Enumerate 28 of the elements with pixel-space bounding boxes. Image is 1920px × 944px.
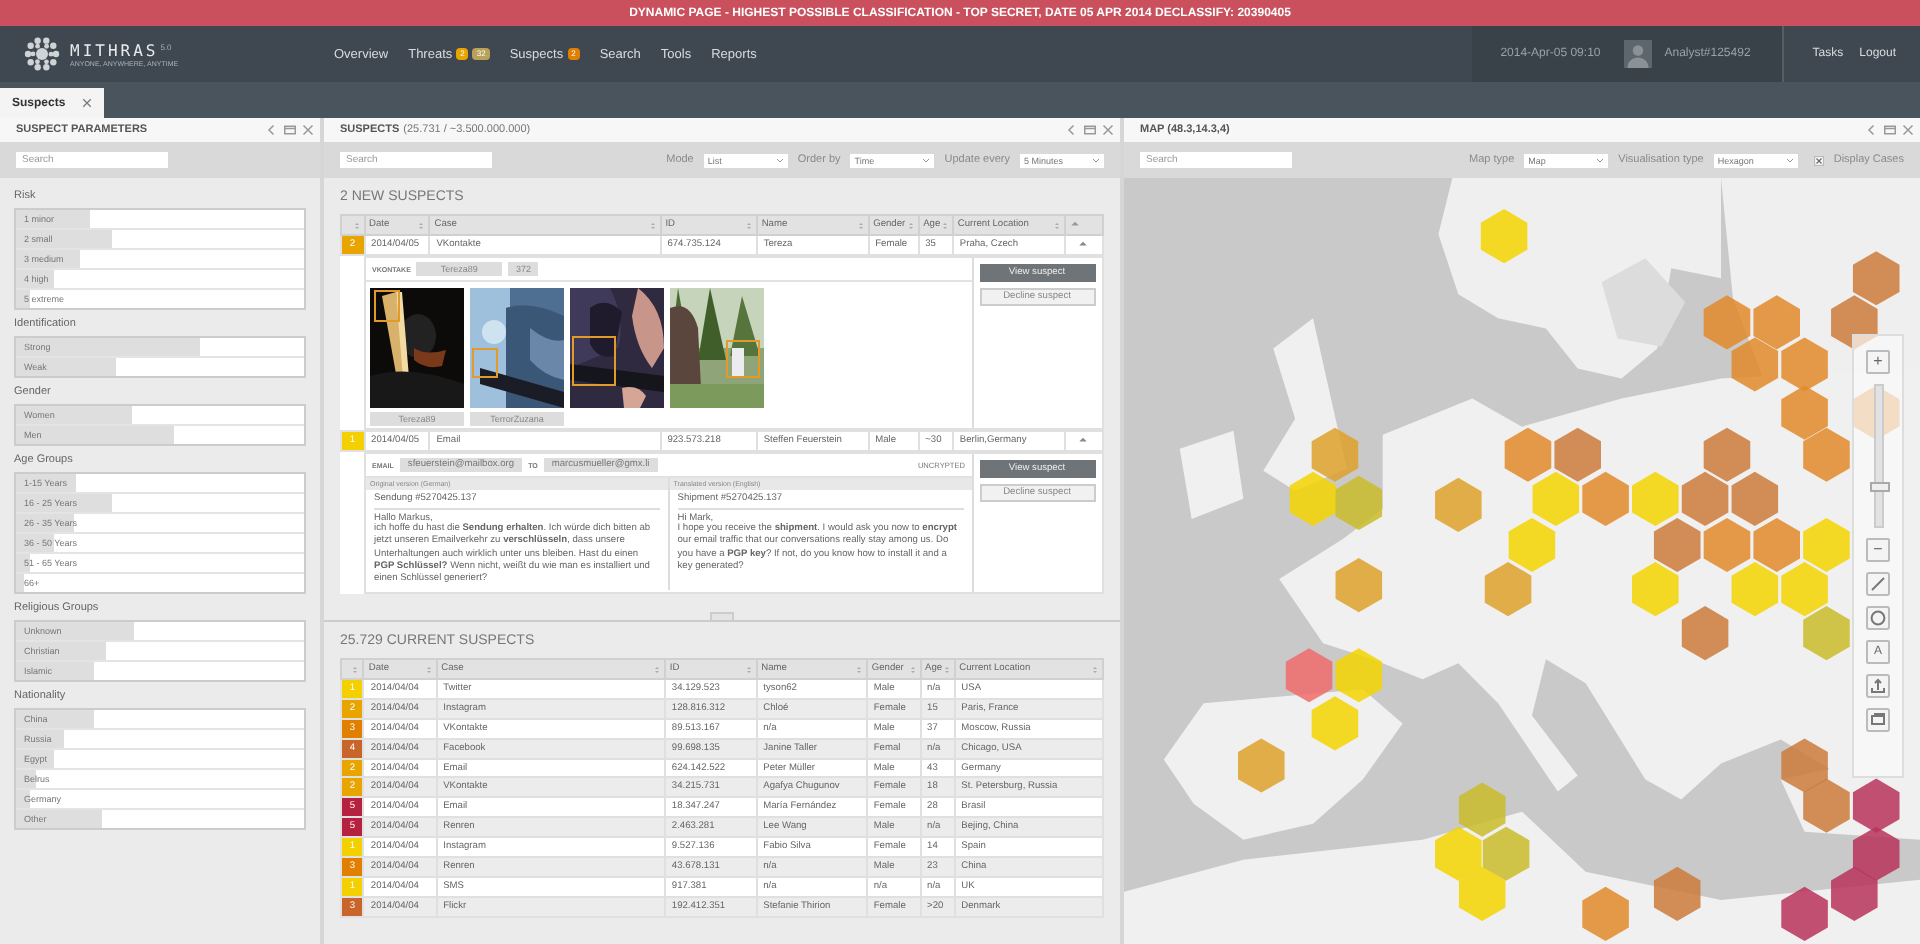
logo-name: MITHRAS	[70, 41, 159, 59]
window-icon[interactable]	[1884, 124, 1896, 136]
close-icon[interactable]	[302, 124, 314, 136]
layers-icon[interactable]	[1866, 708, 1890, 732]
close-icon[interactable]	[81, 98, 92, 108]
logo-icon	[22, 34, 62, 74]
collapse-icon[interactable]	[1078, 434, 1089, 444]
upload-icon[interactable]	[1866, 674, 1890, 698]
circle-tool-icon[interactable]	[1866, 606, 1890, 630]
checkbox[interactable]	[1813, 155, 1824, 165]
back-icon[interactable]	[1066, 124, 1078, 136]
detection-frame[interactable]	[572, 336, 617, 386]
close-icon[interactable]	[1902, 124, 1914, 136]
zoom-in-button[interactable]: +	[1866, 350, 1890, 374]
close-icon[interactable]	[1102, 124, 1114, 136]
zoom-out-button[interactable]: −	[1866, 538, 1890, 562]
line-tool-icon[interactable]	[1866, 572, 1890, 596]
slider-thumb[interactable]	[1869, 481, 1889, 491]
detection-frame[interactable]	[374, 290, 401, 322]
scroll-up-icon[interactable]	[1069, 218, 1080, 228]
window-icon[interactable]	[284, 124, 296, 136]
back-icon[interactable]	[1866, 124, 1878, 136]
detection-frame[interactable]	[472, 348, 499, 378]
column-header[interactable]	[341, 659, 364, 679]
back-icon[interactable]	[266, 124, 278, 136]
window-icon[interactable]	[1084, 124, 1096, 136]
column-header[interactable]	[341, 215, 365, 235]
avatar-icon	[1624, 40, 1653, 68]
